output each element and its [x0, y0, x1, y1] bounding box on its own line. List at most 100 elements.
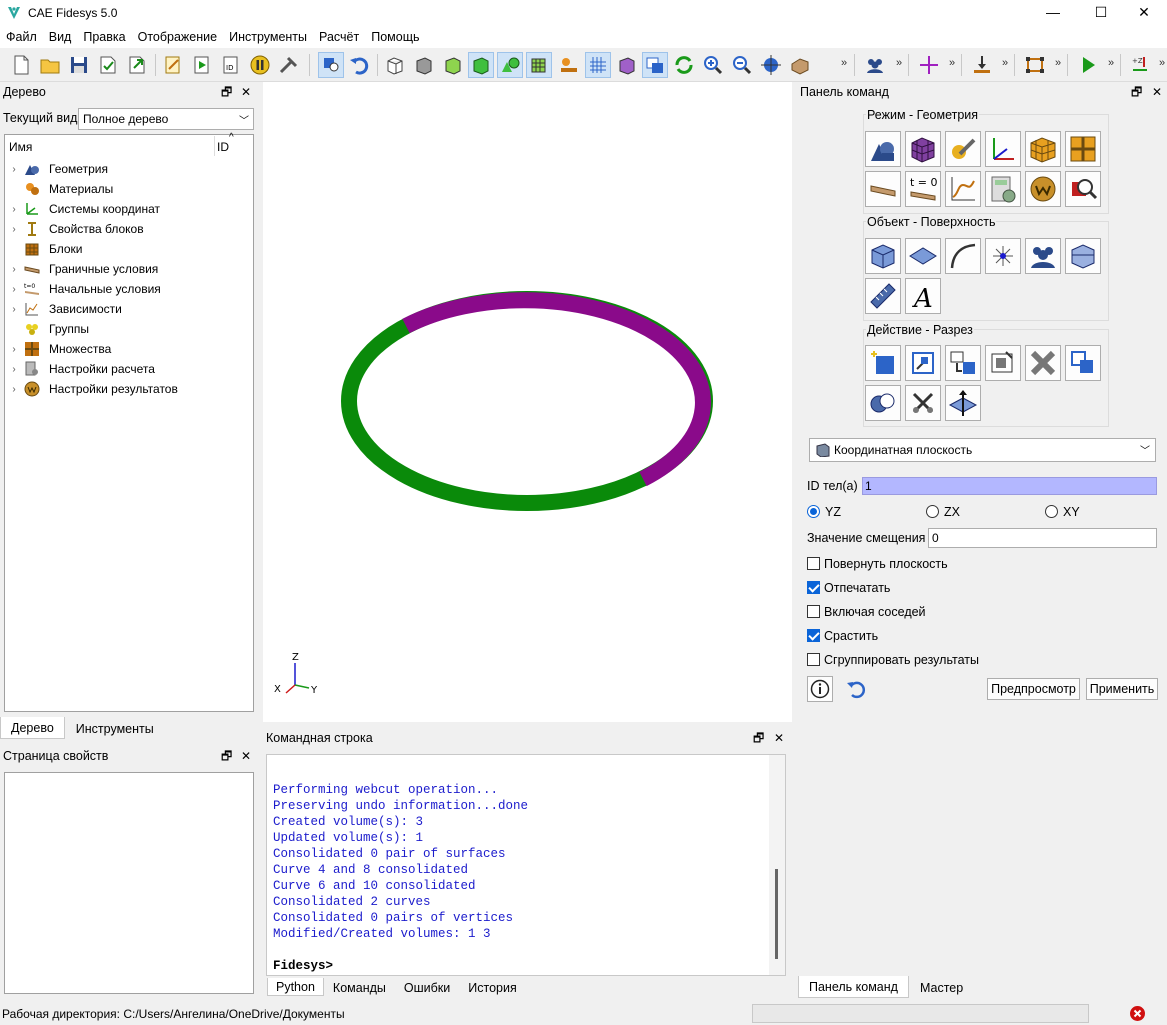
new-file-icon[interactable] [8, 52, 34, 78]
tree-item-block-properties[interactable]: › Свойства блоков [5, 219, 253, 239]
group-results-checkbox[interactable] [807, 653, 820, 666]
close-panel-icon[interactable]: ✕ [241, 746, 251, 766]
expand-arrow-icon[interactable]: › [5, 304, 23, 315]
toolbar-overflow-icon[interactable]: » [1159, 57, 1165, 69]
bounding-box-icon[interactable] [1022, 52, 1048, 78]
object-vertex-button[interactable] [985, 238, 1021, 274]
pause-icon[interactable] [247, 52, 273, 78]
info-button[interactable] [807, 676, 833, 702]
error-indicator-icon[interactable] [1129, 1005, 1146, 1022]
undo-icon[interactable] [346, 52, 372, 78]
reset-icon[interactable] [845, 678, 867, 700]
save-as-icon[interactable] [95, 52, 121, 78]
float-panel-icon[interactable]: 🗗 [1131, 82, 1142, 102]
tab-python[interactable]: Python [267, 978, 324, 996]
float-panel-icon[interactable]: 🗗 [221, 82, 232, 102]
wireframe-view-icon[interactable] [382, 52, 408, 78]
overlay-windows-icon[interactable] [642, 52, 668, 78]
tree-item-results-settings[interactable]: › Настройки результатов [5, 379, 253, 399]
toolbar-overflow-icon[interactable]: » [1002, 57, 1008, 69]
action-modify-button[interactable] [905, 345, 941, 381]
tree-item-dependencies[interactable]: › Зависимости [5, 299, 253, 319]
node-view-icon[interactable] [556, 52, 582, 78]
multi-body-view-icon[interactable] [497, 52, 523, 78]
action-create-button[interactable] [865, 345, 901, 381]
save-icon[interactable] [66, 52, 92, 78]
expand-arrow-icon[interactable]: › [5, 164, 23, 175]
tree-item-materials[interactable]: Материалы [5, 179, 253, 199]
mesh-view-icon[interactable] [526, 52, 552, 78]
console-prompt[interactable]: Fidesys> [273, 958, 528, 974]
action-properties-button[interactable] [985, 345, 1021, 381]
action-delete-button[interactable] [1025, 345, 1061, 381]
point-crosshair-icon[interactable] [916, 52, 942, 78]
mode-blocks-button[interactable] [1025, 131, 1061, 167]
toolbar-overflow-icon[interactable]: » [896, 57, 902, 69]
tab-commands[interactable]: Команды [324, 978, 395, 996]
load-arrow-icon[interactable] [969, 52, 995, 78]
tree-view[interactable]: Имя ID ^ › Геометрия Материалы › Системы… [4, 132, 254, 712]
mode-view-results-button[interactable] [1065, 171, 1101, 207]
radio-yz[interactable] [807, 505, 820, 518]
expand-arrow-icon[interactable]: › [5, 384, 23, 395]
export-icon[interactable] [124, 52, 150, 78]
minimize-button[interactable]: — [1030, 0, 1076, 26]
mode-materials-button[interactable] [945, 131, 981, 167]
menu-view[interactable]: Вид [43, 26, 78, 48]
close-panel-icon[interactable]: ✕ [774, 728, 784, 748]
ring-purple-part[interactable] [402, 292, 711, 487]
menu-edit[interactable]: Правка [77, 26, 131, 48]
build-tools-icon[interactable] [276, 52, 302, 78]
mode-boundary-conditions-button[interactable] [865, 171, 901, 207]
menu-display[interactable]: Отображение [132, 26, 223, 48]
action-copy-button[interactable] [1065, 345, 1101, 381]
tab-tools[interactable]: Инструменты [65, 717, 165, 739]
mode-dependencies-button[interactable] [945, 171, 981, 207]
object-surface-button[interactable] [905, 238, 941, 274]
zoom-out-icon[interactable] [729, 52, 755, 78]
select-mode-icon[interactable] [318, 52, 344, 78]
menu-file[interactable]: Файл [0, 26, 43, 48]
zoom-in-icon[interactable] [700, 52, 726, 78]
close-window-button[interactable]: ✕ [1121, 0, 1167, 26]
mode-coordinate-systems-button[interactable] [985, 131, 1021, 167]
preview-button[interactable]: Предпросмотр [987, 678, 1080, 700]
offset-input[interactable]: 0 [928, 528, 1157, 548]
expand-arrow-icon[interactable]: › [5, 284, 23, 295]
body-id-input[interactable]: 1 [862, 477, 1157, 495]
groups-toolbar-icon[interactable] [862, 52, 888, 78]
float-panel-icon[interactable]: 🗗 [221, 746, 232, 766]
tree-item-geometry[interactable]: › Геометрия [5, 159, 253, 179]
menu-calculation[interactable]: Расчёт [313, 26, 365, 48]
shaded-view-icon[interactable] [440, 52, 466, 78]
run-script-icon[interactable] [189, 52, 215, 78]
fit-view-icon[interactable] [758, 52, 784, 78]
imprint-checkbox[interactable] [807, 581, 820, 594]
current-view-select[interactable]: Полное дерево ﹀ [78, 108, 254, 130]
hidden-line-view-icon[interactable] [411, 52, 437, 78]
script-edit-icon[interactable] [160, 52, 186, 78]
merge-checkbox[interactable] [807, 629, 820, 642]
open-folder-icon[interactable] [37, 52, 63, 78]
toolbar-overflow-icon[interactable]: » [841, 57, 847, 69]
webcut-type-select[interactable]: Координатная плоскость ﹀ [809, 438, 1156, 462]
console-scrollbar[interactable] [769, 755, 785, 975]
clip-plane-icon[interactable] [614, 52, 640, 78]
tree-item-sets[interactable]: › Множества [5, 339, 253, 359]
rotate-plane-checkbox[interactable] [807, 557, 820, 570]
include-neighbors-checkbox[interactable] [807, 605, 820, 618]
toolbar-overflow-icon[interactable]: » [1055, 57, 1061, 69]
action-transform-button[interactable] [945, 345, 981, 381]
maximize-button[interactable]: ☐ [1078, 0, 1124, 26]
run-calculation-icon[interactable] [1075, 52, 1101, 78]
object-annotation-button[interactable]: A [905, 278, 941, 314]
tree-item-groups[interactable]: Группы [5, 319, 253, 339]
mode-initial-conditions-button[interactable]: t = 0 [905, 171, 941, 207]
menu-tools[interactable]: Инструменты [223, 26, 313, 48]
tree-item-blocks[interactable]: Блоки [5, 239, 253, 259]
object-body-button[interactable] [1065, 238, 1101, 274]
grid-axis-icon[interactable] [585, 52, 611, 78]
object-measure-button[interactable] [865, 278, 901, 314]
float-panel-icon[interactable]: 🗗 [753, 728, 764, 748]
tree-item-analysis-settings[interactable]: › Настройки расчета [5, 359, 253, 379]
